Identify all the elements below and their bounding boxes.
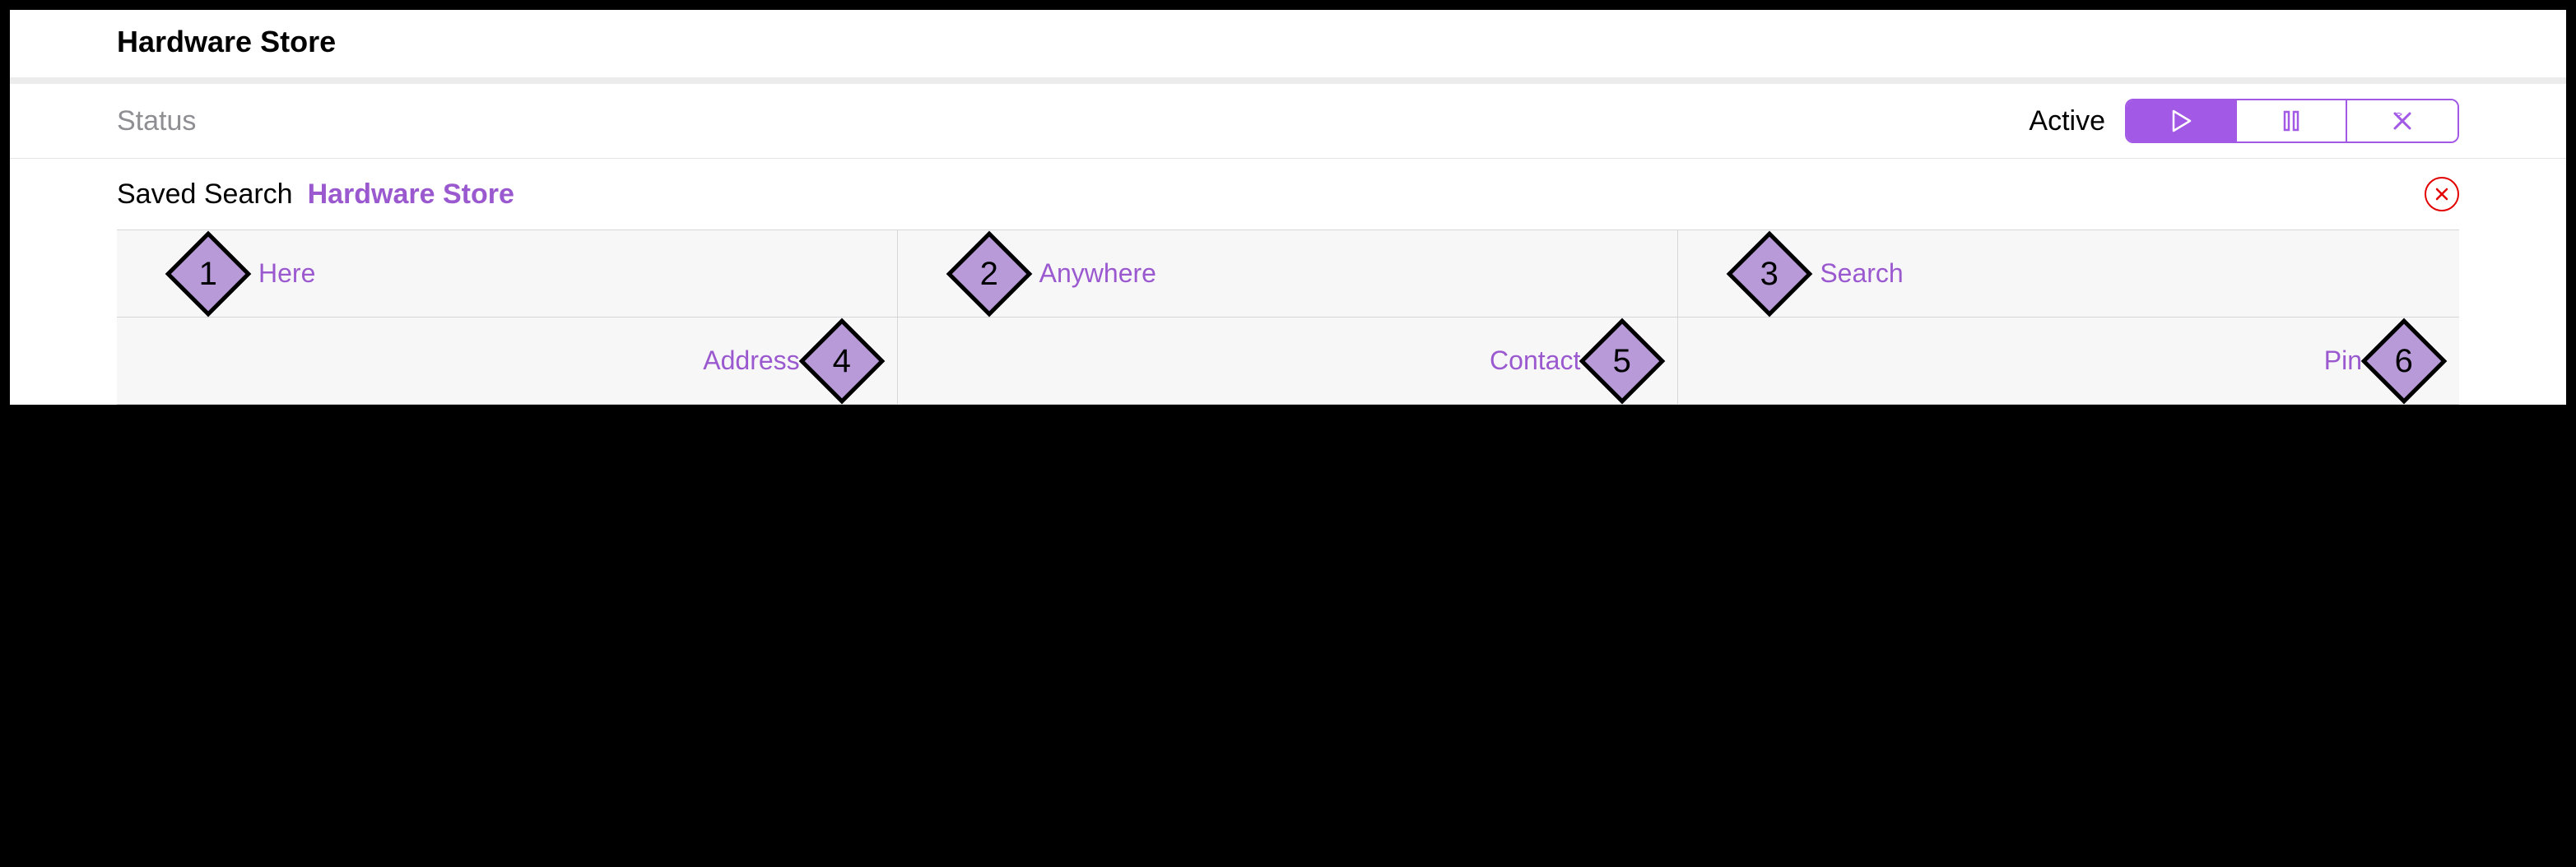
badge-number: 4 — [833, 342, 851, 379]
badge-number: 2 — [980, 255, 998, 292]
diamond-badge: 6 — [2361, 318, 2448, 404]
play-icon — [2169, 109, 2193, 133]
saved-search-value[interactable]: Hardware Store — [308, 178, 514, 211]
saved-search-label: Saved Search — [117, 178, 293, 211]
cell-label: Here — [258, 258, 315, 289]
badge-number: 1 — [199, 255, 217, 292]
close-icon — [2434, 186, 2450, 202]
panel: Hardware Store Status Active — [10, 10, 2566, 405]
badge-number: 3 — [1760, 255, 1779, 292]
action-grid: 1 Here 2 Anywhere 3 Search Address 4 Con… — [117, 230, 2459, 405]
cell-label: Contact — [1490, 345, 1580, 376]
diamond-badge: 2 — [946, 230, 1032, 317]
cell-here[interactable]: 1 Here — [117, 230, 898, 318]
pause-button[interactable] — [2237, 100, 2347, 141]
cell-address[interactable]: Address 4 — [117, 318, 898, 405]
clear-saved-search-button[interactable] — [2425, 177, 2459, 211]
cell-label: Address — [703, 345, 799, 376]
cell-contact[interactable]: Contact 5 — [898, 318, 1679, 405]
status-segmented-control — [2125, 99, 2459, 143]
page-title: Hardware Store — [117, 25, 2566, 59]
divider — [10, 77, 2566, 84]
diamond-badge: 4 — [798, 318, 885, 404]
diamond-badge: 5 — [1579, 318, 1666, 404]
badge-number: 5 — [1613, 342, 1631, 379]
cancel-button[interactable] — [2347, 100, 2457, 141]
cell-search[interactable]: 3 Search — [1678, 230, 2459, 318]
cell-label: Search — [1820, 258, 1903, 289]
cell-label: Pin — [2324, 345, 2362, 376]
status-right: Active — [2029, 99, 2459, 143]
pause-icon — [2279, 109, 2304, 133]
header: Hardware Store — [10, 10, 2566, 77]
x-icon — [2390, 109, 2415, 133]
cell-label: Anywhere — [1039, 258, 1156, 289]
diamond-badge: 3 — [1727, 230, 1813, 317]
status-value: Active — [2029, 105, 2105, 137]
cell-anywhere[interactable]: 2 Anywhere — [898, 230, 1679, 318]
status-row: Status Active — [10, 84, 2566, 159]
status-label: Status — [117, 105, 196, 137]
cell-pin[interactable]: Pin 6 — [1678, 318, 2459, 405]
saved-search-row: Saved Search Hardware Store — [10, 159, 2566, 230]
badge-number: 6 — [2395, 342, 2413, 379]
diamond-badge: 1 — [165, 230, 252, 317]
play-button[interactable] — [2127, 100, 2237, 141]
